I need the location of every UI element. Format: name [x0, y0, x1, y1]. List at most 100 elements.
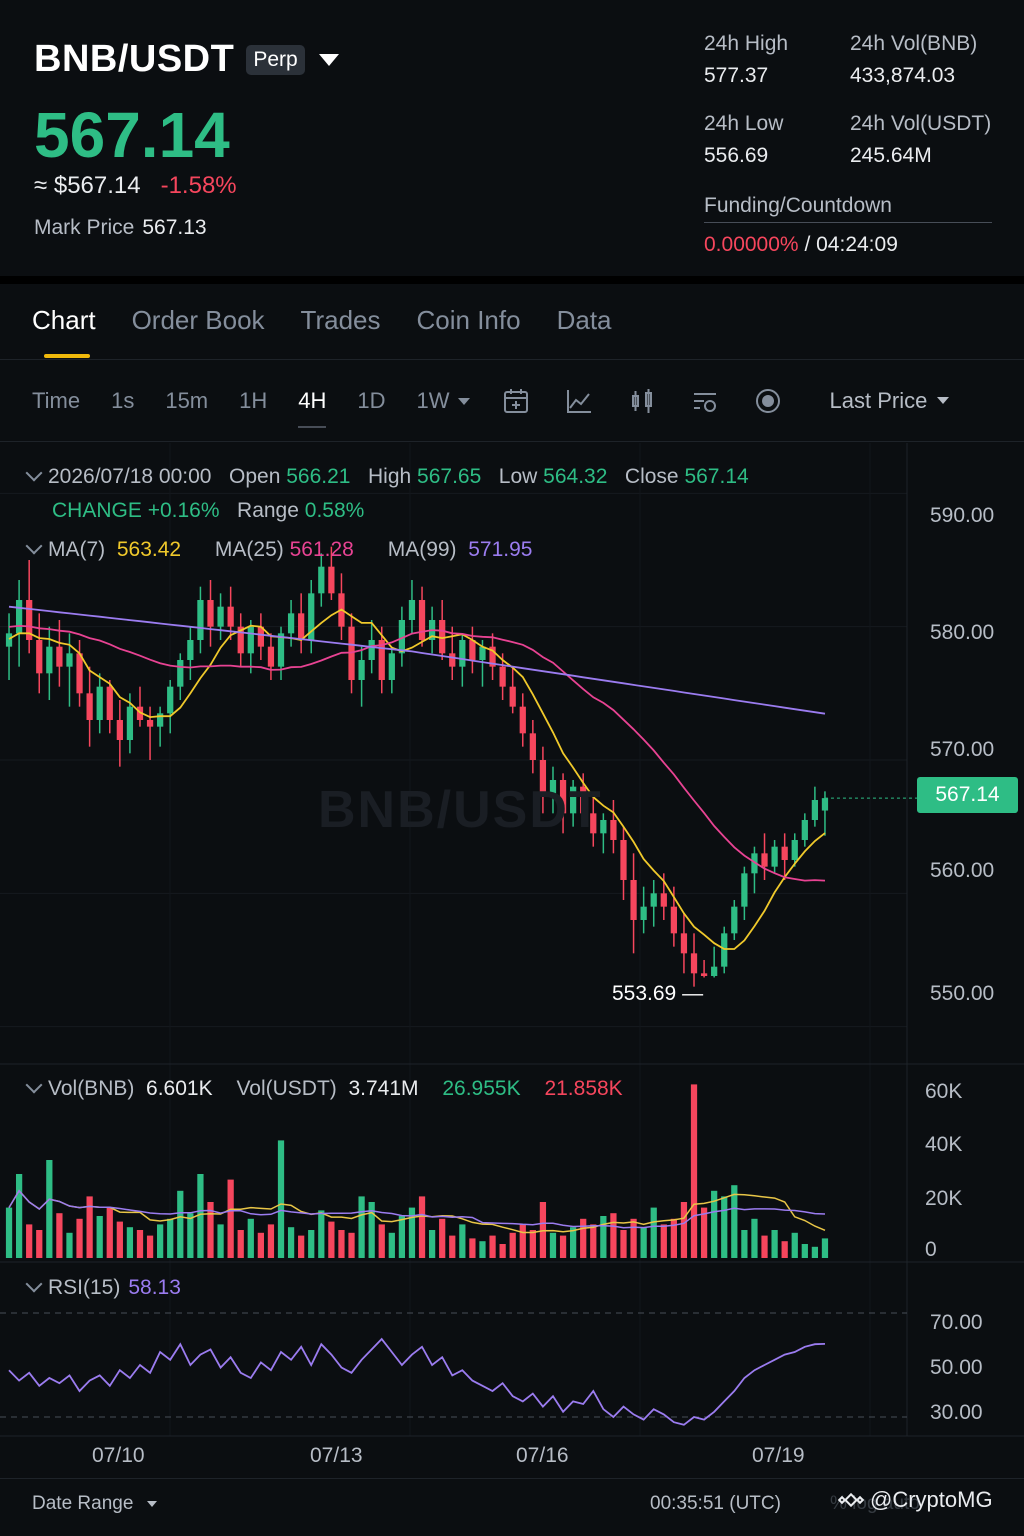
- candle-body: [821, 798, 829, 811]
- collapse-chevron-icon[interactable]: [25, 1076, 43, 1094]
- candle-body: [771, 846, 778, 867]
- rsi-legend: RSI(15) 58.13: [25, 1275, 181, 1300]
- volume-tick: 40K: [925, 1133, 963, 1156]
- candle-body: [96, 686, 103, 720]
- price-tick: 560.00: [930, 859, 995, 882]
- utc-clock: 00:35:51 (UTC): [650, 1493, 781, 1514]
- candle-body: [388, 653, 395, 680]
- volume-bar: [580, 1218, 587, 1258]
- volume-bar: [187, 1213, 194, 1258]
- low-marker-label: 553.69 —: [612, 982, 704, 1005]
- candle-date: 2026/07/18 00:00: [48, 465, 212, 488]
- candle-body: [146, 720, 154, 727]
- ma99-line: [8, 605, 826, 715]
- vol-usdt-value: 3.741M: [348, 1077, 419, 1100]
- high-value: 567.65: [417, 465, 482, 488]
- volume-bar: [479, 1241, 486, 1258]
- vol-bnb-value: 6.601K: [146, 1077, 213, 1100]
- volume-bar: [277, 1140, 285, 1258]
- credit-text: @CryptoMG: [870, 1487, 993, 1512]
- volume-bar: [449, 1235, 456, 1258]
- volume-bar: [771, 1230, 778, 1258]
- chart-watermark: BNB/USDT: [318, 781, 603, 839]
- rsi-label: RSI(15): [48, 1276, 121, 1299]
- collapse-chevron-icon[interactable]: [25, 537, 43, 555]
- collapse-chevron-icon[interactable]: [25, 1275, 43, 1293]
- vol-ma-b: 21.858K: [544, 1077, 623, 1100]
- volume-bar: [570, 1227, 577, 1258]
- candle-body: [15, 600, 23, 634]
- candle-body: [721, 933, 728, 967]
- volume-bar: [680, 1202, 688, 1258]
- vol-usdt-label: Vol(USDT): [236, 1077, 337, 1100]
- candle-body: [76, 653, 83, 694]
- volume-bar: [15, 1174, 23, 1258]
- volume-legend: Vol(BNB) 6.601K Vol(USDT) 3.741M 26.955K…: [25, 1076, 623, 1101]
- volume-bar: [731, 1185, 738, 1258]
- candle-body: [459, 640, 466, 667]
- volume-bar: [529, 1230, 536, 1258]
- candle-body: [741, 873, 748, 907]
- ma25-line: [8, 624, 826, 882]
- volume-bar: [509, 1232, 516, 1258]
- rsi-line: [8, 1337, 826, 1426]
- collapse-chevron-icon[interactable]: [25, 464, 43, 482]
- candle-body: [449, 653, 456, 667]
- candlestick-chart[interactable]: [0, 0, 1024, 1478]
- candle-body: [66, 653, 73, 667]
- date-tick: 07/10: [92, 1444, 145, 1467]
- volume-bar: [801, 1244, 808, 1258]
- candle-body: [499, 666, 506, 687]
- candle-body: [469, 640, 476, 660]
- volume-bar: [126, 1227, 134, 1258]
- candle-body: [358, 660, 365, 680]
- volume-bar: [267, 1224, 275, 1258]
- candle-body: [680, 933, 688, 954]
- watermark-credit: @CryptoMG: [838, 1487, 993, 1513]
- chart-footer: Date Range 00:35:51 (UTC) % log auto @Cr…: [0, 1478, 1024, 1536]
- volume-bar: [167, 1218, 174, 1258]
- volume-bar: [46, 1160, 53, 1258]
- rsi-tick: 50.00: [930, 1356, 983, 1379]
- candle-body: [670, 906, 677, 934]
- candle-body: [620, 840, 627, 880]
- volume-bar: [690, 1084, 698, 1258]
- candle-body: [177, 660, 184, 687]
- volume-bar: [630, 1218, 637, 1258]
- ma-legend: MA(7) 563.42 MA(25) 561.28 MA(99) 571.95: [25, 537, 532, 562]
- candle-body: [227, 606, 234, 627]
- price-tick: 570.00: [930, 738, 995, 761]
- volume-bar: [257, 1232, 264, 1258]
- volume-bar: [549, 1232, 557, 1258]
- volume-bar: [318, 1210, 325, 1258]
- volume-bar: [781, 1241, 788, 1258]
- ma25-value: 561.28: [289, 538, 354, 561]
- volume-bar: [469, 1238, 476, 1258]
- volume-bar: [620, 1230, 627, 1258]
- candle-body: [519, 706, 526, 734]
- candle-body: [217, 606, 224, 627]
- candle-body: [298, 613, 305, 640]
- close-value: 567.14: [684, 465, 749, 488]
- candle-body: [509, 686, 516, 707]
- range-label: Range: [237, 499, 299, 522]
- volume-bar: [590, 1224, 597, 1258]
- volume-bar: [177, 1190, 184, 1258]
- candle-body: [287, 613, 295, 634]
- candle-body: [56, 646, 63, 667]
- candle-body: [711, 966, 718, 976]
- volume-bar: [287, 1227, 295, 1258]
- rsi-tick: 70.00: [930, 1311, 983, 1334]
- candle-body: [106, 686, 113, 720]
- volume-bar: [741, 1230, 748, 1258]
- volume-bars: [5, 1084, 829, 1258]
- candle-body: [660, 893, 667, 907]
- volume-bar: [660, 1224, 667, 1258]
- volume-bar: [600, 1216, 607, 1258]
- high-label: High: [367, 465, 412, 488]
- open-label: Open: [229, 465, 281, 488]
- date-range-label: Date Range: [32, 1493, 134, 1514]
- volume-bar: [36, 1230, 43, 1258]
- date-range-selector[interactable]: Date Range: [32, 1493, 157, 1515]
- volume-bar: [237, 1230, 244, 1258]
